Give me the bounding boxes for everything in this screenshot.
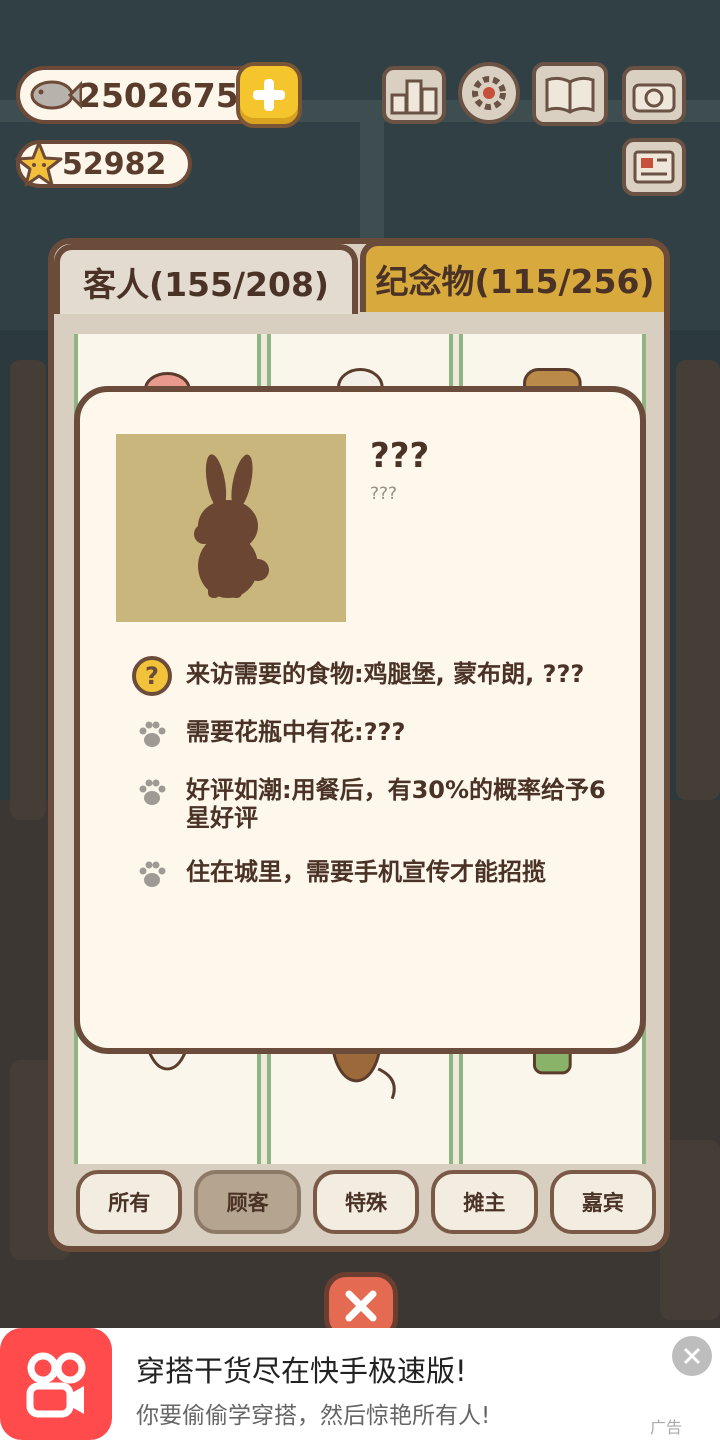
guestbook-icon[interactable] [532, 62, 608, 126]
close-icon [683, 1347, 701, 1365]
tab-souvenirs[interactable]: 纪念物(115/256) [360, 240, 670, 312]
paw-icon [139, 721, 166, 747]
star-icon [15, 141, 63, 187]
ad-label: 广告 [650, 1418, 683, 1437]
requirement-text: 需要花瓶中有花:??? [186, 718, 406, 746]
filter-all-button[interactable]: 所有 [76, 1170, 183, 1234]
guest-subtitle: ??? [370, 484, 398, 504]
plus-icon [253, 79, 285, 111]
fish-count: 25026755 [78, 75, 262, 115]
close-icon [345, 1290, 377, 1322]
guest-detail-popup: ??? ??? ? 来访需要的食物:鸡腿堡, 蒙布朗, ??? 需要花瓶中有花:… [74, 386, 646, 1054]
filter-special-button[interactable]: 特殊 [312, 1170, 420, 1234]
fish-icon [30, 80, 82, 110]
settings-gear-icon[interactable] [458, 62, 520, 124]
requirement-food: ? 来访需要的食物:鸡腿堡, 蒙布朗, ??? [130, 654, 620, 698]
guest-filter-bar: 所有 顾客 特殊 摊主 嘉宾 [76, 1170, 657, 1234]
requirement-rating: 好评如潮:用餐后，有30%的概率给予6星好评 [130, 770, 620, 832]
ad-close-button[interactable] [672, 1336, 712, 1376]
requirement-location: 住在城里，需要手机宣传才能招揽 [130, 852, 620, 896]
star-count: 52982 [62, 146, 167, 182]
add-fish-button[interactable] [236, 62, 302, 128]
requirement-flower: 需要花瓶中有花:??? [130, 712, 620, 756]
requirement-text: 好评如潮:用餐后，有30%的概率给予6星好评 [186, 776, 606, 832]
ad-subtitle: 你要偷偷学穿搭，然后惊艳所有人! [136, 1403, 491, 1429]
filter-customers-button[interactable]: 顾客 [194, 1170, 301, 1234]
ad-app-logo [0, 1328, 112, 1440]
question-icon: ? [132, 656, 172, 696]
guest-portrait [116, 434, 346, 622]
paw-icon [139, 779, 166, 805]
filter-guests-button[interactable]: 嘉宾 [549, 1170, 657, 1234]
rabbit-silhouette-icon [194, 454, 269, 598]
newspaper-icon[interactable] [622, 138, 686, 196]
kuaishou-logo-icon [26, 1352, 86, 1418]
camera-icon[interactable] [622, 66, 686, 124]
ranking-icon[interactable] [382, 66, 446, 124]
requirement-text: 来访需要的食物:鸡腿堡, 蒙布朗, ??? [186, 660, 585, 688]
ad-title: 穿搭干货尽在快手极速版! [136, 1354, 467, 1388]
tab-guests[interactable]: 客人(155/208) [54, 244, 358, 314]
star-currency-counter: 52982 [15, 140, 192, 188]
paw-icon [139, 861, 166, 887]
requirement-text: 住在城里，需要手机宣传才能招揽 [186, 858, 546, 886]
filter-vendors-button[interactable]: 摊主 [431, 1170, 538, 1234]
ad-banner[interactable]: 穿搭干货尽在快手极速版! 你要偷偷学穿搭，然后惊艳所有人! [0, 1328, 720, 1440]
guest-name: ??? [370, 436, 430, 476]
